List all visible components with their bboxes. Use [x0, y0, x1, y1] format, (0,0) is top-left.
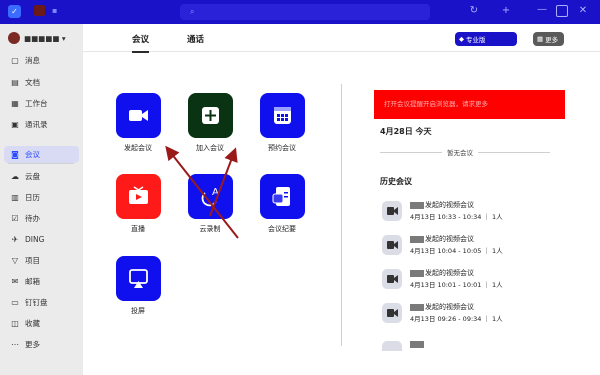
plus-icon: [187, 93, 233, 138]
more-button[interactable]: ▦ 更多: [533, 32, 564, 46]
join-meeting-button[interactable]: 加入会议: [180, 93, 240, 153]
no-meeting-text: 暂无会议: [442, 147, 478, 157]
history-title: 历史会议: [380, 177, 412, 186]
sidebar: ■■■■■ ▾ ▢ 消息 ▤ 文档 ▦ 工作台 ▣ 通讯录 ◙ 会议 ☁ 云盘 ▥ 日历 ☑ 待…: [0, 24, 83, 375]
no-meeting-divider: 暂无会议: [380, 147, 550, 157]
title-bar: ✓ ▪ ⌕ ↻ + — ✕: [0, 0, 600, 24]
sidebar-item-projects[interactable]: ▽ 项目: [4, 252, 79, 269]
cloud-icon: ☁: [11, 172, 19, 181]
redacted-name: [410, 201, 424, 209]
live-stream-button[interactable]: 直播: [108, 174, 168, 234]
sidebar-item-mail[interactable]: ✉ 邮箱: [4, 273, 79, 290]
video-icon: [382, 235, 402, 255]
document-icon: ▤: [11, 78, 19, 87]
redacted-name: [410, 340, 424, 348]
calendar-icon: ▥: [11, 193, 19, 202]
app-logo-icon: ✓: [8, 5, 21, 18]
video-icon: [382, 303, 402, 323]
video-icon: ◙: [11, 150, 19, 159]
sidebar-item-ding[interactable]: ✈ DING: [4, 231, 79, 248]
tab-calls[interactable]: 通话: [187, 33, 204, 45]
cloud-record-icon: A: [187, 174, 233, 219]
message-icon: ▢: [11, 56, 19, 65]
sidebar-item-favorites[interactable]: ◫ 收藏: [4, 315, 79, 332]
close-icon[interactable]: ✕: [577, 5, 589, 17]
mail-icon: ✉: [11, 277, 19, 286]
avatar: [8, 32, 20, 44]
meeting-minutes-button[interactable]: 会议纪要: [252, 174, 312, 234]
minimize-icon[interactable]: —: [536, 4, 548, 16]
today-title: 4月28日 今天: [380, 127, 432, 136]
search-bar[interactable]: ⌕: [180, 4, 430, 20]
history-item[interactable]: 发起的视频会议 4月13日 09:26 - 09:34 ｜ 1人: [382, 301, 552, 327]
history-item[interactable]: 发起的视频会议 4月13日 10:04 - 10:05 ｜ 1人: [382, 233, 552, 259]
more-icon: ⋯: [11, 340, 19, 349]
maximize-icon[interactable]: [556, 5, 568, 17]
status-icon: ▪: [52, 6, 58, 15]
sidebar-item-cloud[interactable]: ☁ 云盘: [4, 168, 79, 185]
calendar-grid-icon: [259, 93, 305, 138]
sidebar-item-calendar[interactable]: ▥ 日历: [4, 189, 79, 206]
ding-icon: ✈: [11, 235, 19, 244]
project-icon: ▽: [11, 256, 19, 265]
video-icon: [382, 201, 402, 221]
contacts-icon: ▣: [11, 120, 19, 129]
svg-text:A: A: [212, 187, 219, 198]
video-icon: [382, 341, 402, 351]
sidebar-divider: [8, 163, 74, 164]
main-panel: 会议 通话 ◆ 专业版 ▦ 更多 发起会议 加入会议 预约会议 直播 A 云录制…: [83, 24, 600, 375]
sidebar-item-meetings[interactable]: ◙ 会议: [4, 146, 79, 163]
start-meeting-button[interactable]: 发起会议: [108, 93, 168, 153]
history-item[interactable]: 发起的视频会议 4月13日 10:33 - 10:34 ｜ 1人: [382, 199, 552, 225]
sidebar-item-dingpan[interactable]: ▭ 钉钉盘: [4, 294, 79, 311]
sidebar-item-docs[interactable]: ▤ 文档: [4, 74, 79, 91]
cloud-record-button[interactable]: A 云录制: [180, 174, 240, 234]
redacted-name: [410, 303, 424, 311]
user-name: ■■■■■ ▾: [24, 33, 66, 43]
search-icon: ⌕: [190, 7, 195, 16]
user-menu[interactable]: ■■■■■ ▾: [8, 32, 66, 44]
tab-bar: 会议 通话 ◆ 专业版 ▦ 更多: [83, 24, 600, 53]
redacted-name: [410, 235, 424, 243]
history-icon[interactable]: ↻: [468, 5, 480, 17]
assistant-button[interactable]: ◆ 专业版: [455, 32, 517, 46]
tab-meetings[interactable]: 会议: [132, 33, 150, 53]
add-icon[interactable]: +: [500, 5, 512, 17]
sidebar-item-contacts[interactable]: ▣ 通讯录: [4, 116, 79, 133]
history-item[interactable]: [382, 339, 552, 351]
sidebar-item-more[interactable]: ⋯ 更多: [4, 336, 79, 353]
todo-icon: ☑: [11, 214, 19, 223]
workbench-icon: ▦: [11, 99, 19, 108]
schedule-meeting-button[interactable]: 预约会议: [252, 93, 312, 153]
minutes-icon: [259, 174, 305, 219]
shield-icon: ◆: [459, 35, 464, 43]
live-tv-icon: [115, 174, 161, 219]
avatar[interactable]: [34, 5, 45, 16]
camera-icon: [115, 93, 161, 138]
sidebar-item-workbench[interactable]: ▦ 工作台: [4, 95, 79, 112]
notification-banner[interactable]: 打开会议提醒开启浏览器，请求更多: [374, 90, 565, 119]
grid-icon: ▦: [537, 35, 544, 43]
sidebar-item-messages[interactable]: ▢ 消息: [4, 52, 79, 69]
favorites-icon: ◫: [11, 319, 19, 328]
dingpan-icon: ▭: [11, 298, 19, 307]
history-item[interactable]: 发起的视频会议 4月13日 10:01 - 10:01 ｜ 1人: [382, 267, 552, 293]
screencast-icon: [115, 256, 161, 301]
video-icon: [382, 269, 402, 289]
sidebar-item-todo[interactable]: ☑ 待办: [4, 210, 79, 227]
redacted-name: [410, 269, 424, 277]
screencast-button[interactable]: 投屏: [108, 256, 168, 316]
panel-divider: [341, 84, 342, 346]
